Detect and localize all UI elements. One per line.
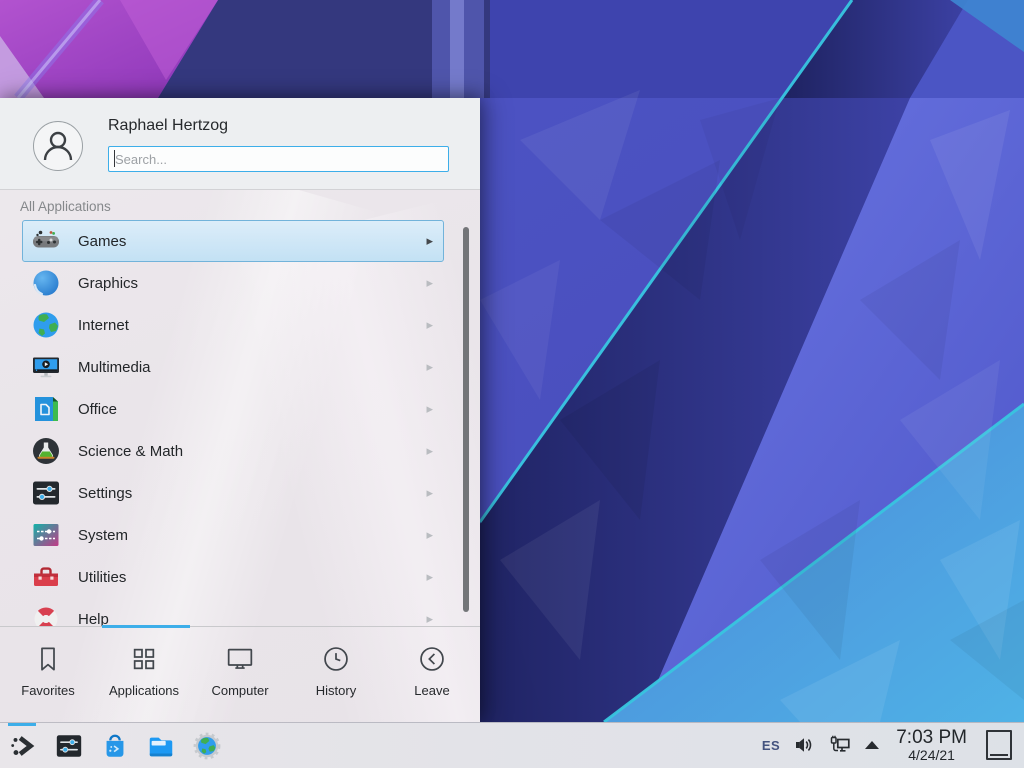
kde-launcher-icon — [8, 731, 38, 761]
speaker-icon — [793, 734, 815, 756]
user-name: Raphael Hertzog — [108, 117, 228, 135]
category-internet[interactable]: Internet ▸ — [22, 304, 444, 346]
history-icon — [320, 643, 352, 675]
tab-history[interactable]: History — [288, 627, 384, 722]
category-label: Utilities — [78, 569, 426, 586]
games-icon — [30, 225, 62, 257]
category-label: Games — [78, 233, 426, 250]
category-label: Multimedia — [78, 359, 426, 376]
internet-icon — [30, 309, 62, 341]
computer-icon — [224, 643, 256, 675]
office-icon — [30, 393, 62, 425]
category-label: Graphics — [78, 275, 426, 292]
category-utilities[interactable]: Utilities ▸ — [22, 556, 444, 598]
favorites-icon — [32, 643, 64, 675]
user-icon — [34, 122, 82, 170]
taskbar-discover-button[interactable] — [100, 731, 130, 761]
category-label: Settings — [78, 485, 426, 502]
user-avatar[interactable] — [33, 121, 83, 171]
submenu-arrow-icon: ▸ — [426, 317, 433, 333]
submenu-arrow-icon: ▸ — [426, 233, 433, 249]
launcher-header: Raphael Hertzog — [0, 98, 480, 190]
launcher-tabbar: Favorites Applications — [0, 626, 480, 722]
network-button[interactable] — [828, 734, 852, 756]
clock-time: 7:03 PM — [896, 728, 967, 748]
category-label: Office — [78, 401, 426, 418]
wired-network-icon — [828, 734, 852, 756]
taskbar-panel: ES 7:03 PM — [0, 722, 1024, 768]
section-label: All Applications — [20, 199, 111, 214]
settings-icon — [30, 477, 62, 509]
leave-icon — [416, 643, 448, 675]
keyboard-layout-indicator[interactable]: ES — [762, 738, 780, 753]
tab-label: Applications — [109, 683, 179, 698]
volume-button[interactable] — [793, 734, 815, 756]
tab-favorites[interactable]: Favorites — [0, 627, 96, 722]
list-scrollbar[interactable] — [463, 227, 469, 612]
science-icon — [30, 435, 62, 467]
tab-label: Computer — [211, 683, 268, 698]
tab-label: History — [316, 683, 356, 698]
taskbar-web-browser-button[interactable] — [192, 731, 222, 761]
application-launcher-popup: Raphael Hertzog All Applications — [0, 98, 480, 722]
utilities-icon — [30, 561, 62, 593]
submenu-arrow-icon: ▸ — [426, 611, 433, 626]
category-list: Games ▸ Graphics ▸ — [0, 220, 480, 626]
web-browser-icon — [192, 731, 222, 761]
taskbar-system-settings-button[interactable] — [54, 731, 84, 761]
taskbar-dolphin-button[interactable] — [146, 731, 176, 761]
category-help[interactable]: Help ▸ — [22, 598, 444, 626]
text-caret — [114, 150, 115, 167]
active-tab-indicator — [102, 625, 190, 628]
expand-tray-arrow[interactable] — [865, 741, 879, 749]
discover-icon — [100, 731, 130, 761]
category-label: Internet — [78, 317, 426, 334]
submenu-arrow-icon: ▸ — [426, 485, 433, 501]
category-label: Science & Math — [78, 443, 426, 460]
submenu-arrow-icon: ▸ — [426, 275, 433, 291]
category-office[interactable]: Office ▸ — [22, 388, 444, 430]
category-science-math[interactable]: Science & Math ▸ — [22, 430, 444, 472]
category-graphics[interactable]: Graphics ▸ — [22, 262, 444, 304]
submenu-arrow-icon: ▸ — [426, 527, 433, 543]
category-system[interactable]: System ▸ — [22, 514, 444, 556]
tab-computer[interactable]: Computer — [192, 627, 288, 722]
clock-date: 4/24/21 — [896, 748, 967, 763]
tab-applications[interactable]: Applications — [96, 627, 192, 722]
help-icon — [30, 603, 62, 626]
search-input[interactable] — [108, 146, 449, 172]
graphics-icon — [30, 267, 62, 299]
category-label: Help — [78, 611, 426, 627]
category-settings[interactable]: Settings ▸ — [22, 472, 444, 514]
tab-label: Favorites — [21, 683, 74, 698]
multimedia-icon — [30, 351, 62, 383]
system-settings-icon — [54, 731, 84, 761]
tab-label: Leave — [414, 683, 449, 698]
category-label: System — [78, 527, 426, 544]
applications-icon — [128, 643, 160, 675]
submenu-arrow-icon: ▸ — [426, 569, 433, 585]
taskbar-application-launcher-button[interactable] — [8, 731, 38, 761]
submenu-arrow-icon: ▸ — [426, 401, 433, 417]
submenu-arrow-icon: ▸ — [426, 359, 433, 375]
system-icon — [30, 519, 62, 551]
tab-leave[interactable]: Leave — [384, 627, 480, 722]
file-manager-icon — [146, 731, 176, 761]
show-desktop-button[interactable] — [986, 730, 1012, 760]
desktop: Raphael Hertzog All Applications — [0, 0, 1024, 768]
system-tray: ES 7:03 PM — [762, 728, 1016, 762]
category-multimedia[interactable]: Multimedia ▸ — [22, 346, 444, 388]
category-games[interactable]: Games ▸ — [22, 220, 444, 262]
digital-clock[interactable]: 7:03 PM 4/24/21 — [892, 728, 971, 762]
submenu-arrow-icon: ▸ — [426, 443, 433, 459]
